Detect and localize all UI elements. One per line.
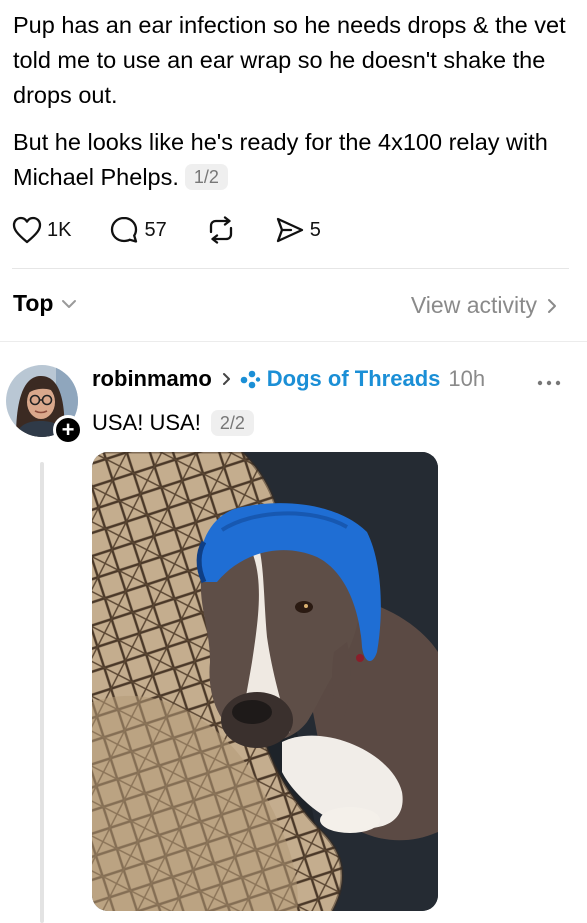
more-icon [537,380,561,386]
page-indicator: 2/2 [210,410,254,436]
thread-line [40,462,44,923]
view-activity-label: View activity [410,292,537,318]
community-link[interactable]: Dogs of Threads [267,366,441,392]
page-indicator: 1/2 [184,164,228,190]
post-body: Pup has an ear infection so he needs dro… [13,8,573,207]
reply-body: USA! USA! 2/2 [92,410,254,436]
chevron-right-icon [222,373,230,385]
more-button[interactable] [537,373,561,391]
send-button[interactable]: 5 [275,216,321,244]
post-paragraph-1: Pup has an ear infection so he needs dro… [13,12,566,108]
reply-text: USA! USA! [92,410,201,435]
follow-button[interactable]: + [53,415,83,445]
chevron-right-icon [548,298,556,313]
send-icon [276,217,303,243]
post-photo[interactable] [92,452,438,911]
share-count: 5 [309,218,321,241]
reply-count: 57 [144,218,167,241]
comment-icon [111,216,138,243]
like-button[interactable]: 1K [12,216,71,244]
timestamp: 10h [448,366,486,391]
dog-photo-image [92,452,438,911]
heart-icon [12,216,42,244]
post-actions: 1K 57 5 [12,212,359,248]
like-count: 1K [47,218,72,241]
reply-header: robinmamo Dogs of Threads 10h [92,366,485,392]
divider [12,268,569,269]
chevron-down-icon [62,299,77,308]
repost-icon [209,216,232,244]
divider [0,341,587,342]
reply-button[interactable]: 57 [109,215,167,245]
post-paragraph-2: But he looks like he's ready for the 4x1… [13,125,573,195]
post-paragraph-2-text: But he looks like he's ready for the 4x1… [13,129,548,190]
sort-label: Top [13,290,54,316]
username[interactable]: robinmamo [92,366,212,392]
plus-icon: + [61,417,75,442]
community-icon [240,370,260,389]
repost-button[interactable] [205,216,237,244]
sort-dropdown[interactable]: Top [13,290,77,317]
view-activity-link[interactable]: View activity [411,292,557,319]
